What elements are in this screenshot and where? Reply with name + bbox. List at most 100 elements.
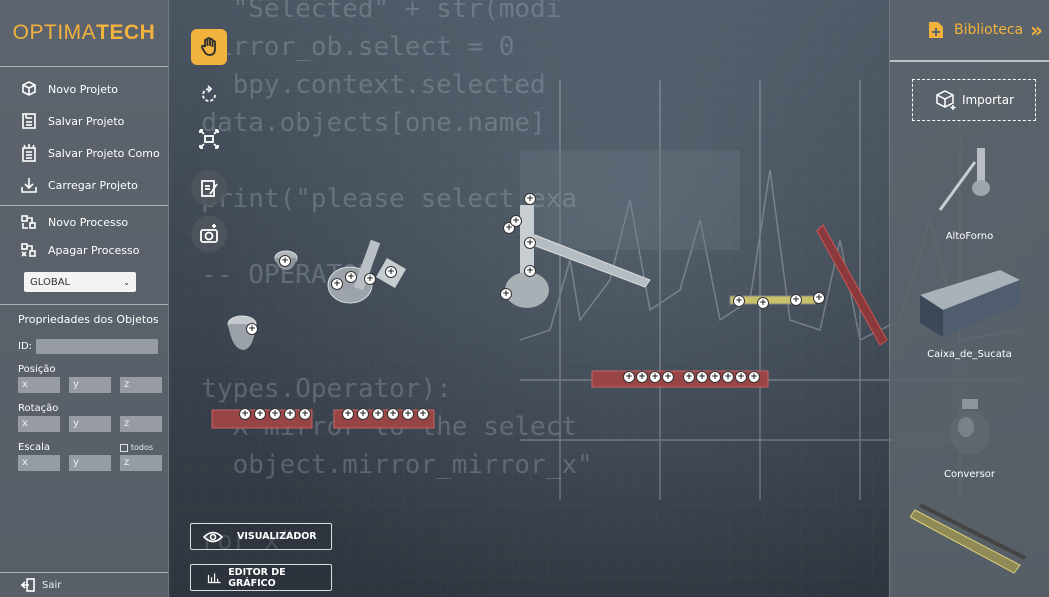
connector-pin[interactable]: +: [683, 371, 695, 383]
connector-pin[interactable]: +: [387, 408, 399, 420]
connector-pin[interactable]: +: [357, 408, 369, 420]
scale-label-text: Escala: [18, 442, 51, 453]
position-fields: x y z: [0, 377, 168, 393]
connector-pin[interactable]: +: [239, 408, 251, 420]
import-button[interactable]: Importar: [912, 79, 1036, 121]
ladle-object-2[interactable]: [222, 312, 267, 357]
rotate-tool-button[interactable]: [191, 77, 227, 113]
connector-pin[interactable]: +: [269, 408, 281, 420]
blast-furnace-object[interactable]: [495, 185, 655, 320]
import-label: Importar: [961, 93, 1015, 107]
save-project-as-label: Salvar Projeto Como: [48, 146, 160, 160]
connector-pin[interactable]: +: [636, 371, 648, 383]
connector-pin[interactable]: +: [709, 371, 721, 383]
connector-pin[interactable]: +: [524, 265, 536, 277]
conveyor-thumbnail: [909, 503, 1026, 574]
rotate-icon: [202, 85, 216, 102]
connector-pin[interactable]: +: [345, 271, 357, 283]
connector-pin[interactable]: +: [254, 408, 266, 420]
connector-pin[interactable]: +: [510, 215, 522, 227]
connector-pin[interactable]: +: [385, 266, 397, 278]
divider: [890, 60, 1049, 62]
connector-pin[interactable]: +: [372, 408, 384, 420]
download-icon: [20, 176, 38, 194]
new-project-button[interactable]: Novo Projeto: [0, 73, 168, 105]
scale-x-field[interactable]: x: [18, 455, 60, 471]
left-sidebar: OPTIMA TECH Novo Projeto Salvar Projeto S…: [0, 0, 169, 597]
process-select[interactable]: GLOBAL ⌄: [24, 272, 136, 292]
id-field[interactable]: [36, 339, 158, 354]
connector-pin[interactable]: +: [790, 294, 802, 306]
snapshot-tool-button[interactable]: [191, 216, 227, 252]
connector-pin[interactable]: +: [364, 273, 376, 285]
save-project-as-button[interactable]: Salvar Projeto Como: [0, 137, 168, 169]
viewer-label: VISUALIZADOR: [237, 531, 317, 542]
connector-pin[interactable]: +: [757, 297, 769, 309]
connector-pin[interactable]: +: [662, 371, 674, 383]
blast-furnace-thumbnail: [938, 148, 990, 211]
logo-part-1: OPTIMA: [12, 21, 97, 44]
process-delete-icon: [20, 241, 38, 259]
connector-pin[interactable]: +: [735, 371, 747, 383]
library-item-altoforno[interactable]: AltoForno: [890, 140, 1049, 242]
connector-pin[interactable]: +: [696, 371, 708, 383]
connector-pin[interactable]: +: [524, 193, 536, 205]
document-icon: [929, 22, 943, 38]
connector-pin[interactable]: +: [284, 408, 296, 420]
library-header: Biblioteca »: [890, 0, 1049, 60]
chart-editor-button[interactable]: EDITOR DE GRÁFICO: [190, 564, 332, 591]
viewer-button[interactable]: VISUALIZADOR: [190, 523, 332, 550]
library-item-label: Conversor: [943, 469, 996, 480]
app-window: "Selected" + str(modi mirror_ob.select =…: [0, 0, 1049, 597]
scale-label: Escala todos: [0, 432, 168, 455]
new-project-label: Novo Projeto: [48, 82, 119, 96]
connector-pin[interactable]: +: [813, 292, 825, 304]
connector-pin[interactable]: +: [524, 237, 536, 249]
library-item-conveyor[interactable]: [890, 495, 1049, 581]
connector-pin[interactable]: +: [417, 408, 429, 420]
scale-tool-button[interactable]: [191, 121, 227, 157]
eye-icon: [203, 531, 223, 542]
connector-pin[interactable]: +: [623, 371, 635, 383]
connector-pin[interactable]: +: [649, 371, 661, 383]
scrap-box-thumbnail: [919, 270, 1020, 337]
connector-pin[interactable]: +: [342, 408, 354, 420]
rotation-z-field[interactable]: z: [120, 416, 162, 432]
properties-title: Propriedades dos Objetos: [18, 313, 159, 326]
position-z-field[interactable]: z: [120, 377, 162, 393]
connector-pin[interactable]: +: [279, 255, 291, 267]
connector-pin[interactable]: +: [331, 278, 343, 290]
rotation-x-field[interactable]: x: [18, 416, 60, 432]
connector-pin[interactable]: +: [299, 408, 311, 420]
scale-y-field[interactable]: y: [69, 455, 111, 471]
library-item-caixa-de-sucata[interactable]: Caixa_de_Sucata: [890, 265, 1049, 360]
new-process-button[interactable]: Novo Processo: [0, 208, 168, 236]
sinter-line-object[interactable]: [815, 215, 895, 350]
position-x-field[interactable]: x: [18, 377, 60, 393]
connector-pin[interactable]: +: [246, 323, 258, 335]
scale-all-checkbox[interactable]: todos: [119, 442, 153, 453]
notes-tool-button[interactable]: [191, 170, 227, 206]
load-project-button[interactable]: Carregar Projeto: [0, 169, 168, 201]
logo-part-2: TECH: [96, 21, 156, 44]
rotation-fields: x y z: [0, 416, 168, 432]
connector-pin[interactable]: +: [722, 371, 734, 383]
connector-pin[interactable]: +: [402, 408, 414, 420]
connector-pin[interactable]: +: [748, 371, 760, 383]
converter-thumbnail: [949, 399, 990, 455]
id-label: ID:: [18, 341, 33, 352]
connector-pin[interactable]: +: [500, 288, 512, 300]
library-item-label: AltoForno: [945, 231, 994, 242]
collapse-chevron-icon[interactable]: »: [1030, 18, 1043, 42]
scale-z-field[interactable]: z: [120, 455, 162, 471]
rotation-y-field[interactable]: y: [69, 416, 111, 432]
position-y-field[interactable]: y: [69, 377, 111, 393]
save-project-button[interactable]: Salvar Projeto: [0, 105, 168, 137]
checkbox-icon: [119, 443, 128, 452]
delete-process-button[interactable]: Apagar Processo: [0, 236, 168, 264]
connector-pin[interactable]: +: [733, 295, 745, 307]
pan-tool-button[interactable]: [191, 29, 227, 65]
library-item-conversor[interactable]: Conversor: [890, 395, 1049, 480]
rotation-label-text: Rotação: [18, 403, 59, 414]
exit-button[interactable]: Sair: [0, 572, 168, 597]
